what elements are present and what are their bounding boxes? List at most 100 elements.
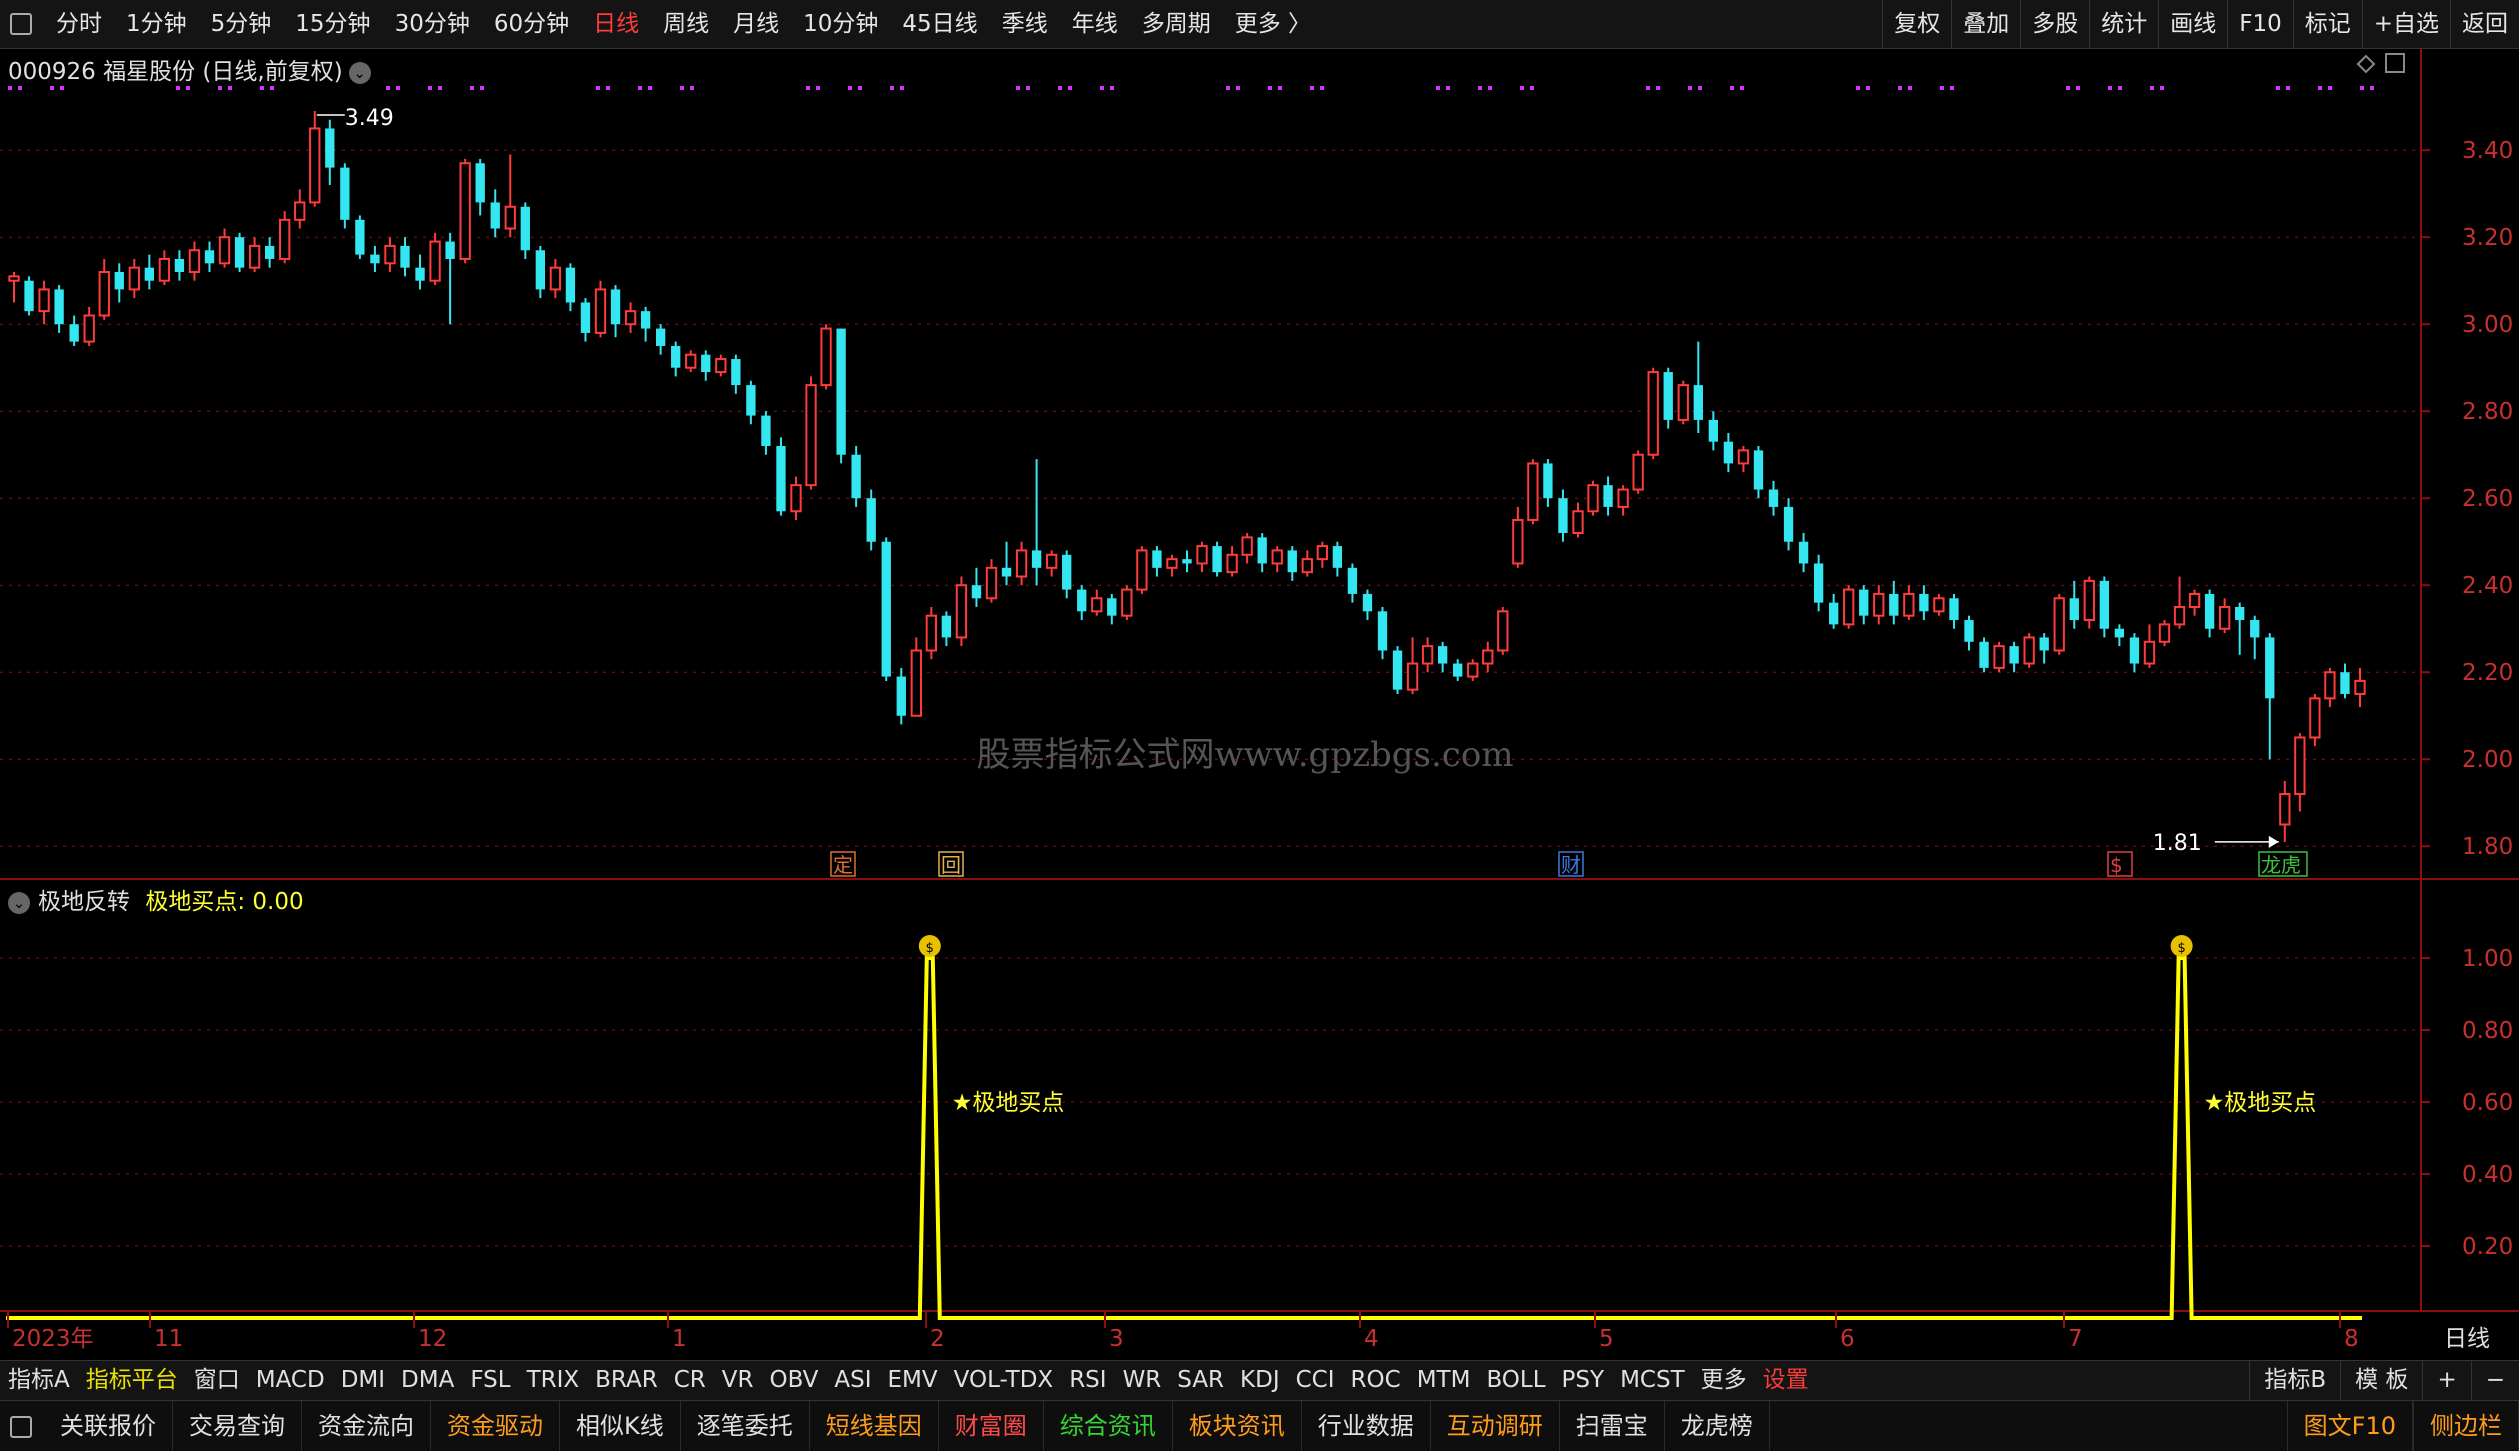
function-right-0[interactable]: 图文F10 — [2286, 1401, 2413, 1451]
indicator-tab-20[interactable]: ROC — [1343, 1361, 1409, 1400]
indicator-right-2[interactable]: + — [2422, 1361, 2470, 1400]
period-tab-12[interactable]: 年线 — [1060, 0, 1130, 48]
function-button-7[interactable]: 财富圈 — [939, 1401, 1044, 1451]
indicator-tab-4[interactable]: DMI — [333, 1361, 393, 1400]
indicator-tab-25[interactable]: 更多 — [1693, 1361, 1755, 1400]
period-tab-5[interactable]: 60分钟 — [482, 0, 581, 48]
indicator-tab-17[interactable]: SAR — [1169, 1361, 1232, 1400]
indicator-tab-10[interactable]: VR — [714, 1361, 762, 1400]
period-tab-4[interactable]: 30分钟 — [383, 0, 482, 48]
magenta-dot — [1520, 86, 1524, 90]
period-tab-0[interactable]: 分时 — [44, 0, 114, 48]
function-button-13[interactable]: 龙虎榜 — [1665, 1401, 1770, 1451]
indicator-tab-5[interactable]: DMA — [393, 1361, 462, 1400]
toolbar-button-1[interactable]: 叠加 — [1951, 0, 2020, 48]
toolbar-button-3[interactable]: 统计 — [2089, 0, 2158, 48]
period-tab-14[interactable]: 更多 〉 — [1223, 0, 1323, 48]
toolbar-button-7[interactable]: +自选 — [2361, 0, 2450, 48]
indicator-tab-19[interactable]: CCI — [1288, 1361, 1343, 1400]
candle-body-up — [549, 266, 562, 291]
period-tab-3[interactable]: 15分钟 — [283, 0, 382, 48]
indicator-tab-22[interactable]: BOLL — [1478, 1361, 1553, 1400]
function-right-1[interactable]: 侧边栏 — [2413, 1401, 2519, 1451]
period-tab-7[interactable]: 周线 — [651, 0, 721, 48]
indicator-tab-2[interactable]: 窗口 — [186, 1361, 248, 1400]
magenta-dot — [386, 86, 390, 90]
time-axis-label: 2023年 — [12, 1326, 94, 1352]
function-button-11[interactable]: 互动调研 — [1431, 1401, 1560, 1451]
function-button-2[interactable]: 资金流向 — [302, 1401, 431, 1451]
toolbar-button-8[interactable]: 返回 — [2450, 0, 2519, 48]
main-chart[interactable]: 3.40 3.20 3.00 2.80 2.60 2.40 2.20 2.00 1.80 1.00… — [0, 48, 2519, 1360]
function-button-1[interactable]: 交易查询 — [173, 1401, 302, 1451]
toolbar-button-5[interactable]: F10 — [2227, 0, 2293, 48]
indicator-tab-9[interactable]: CR — [666, 1361, 714, 1400]
function-button-9[interactable]: 板块资讯 — [1173, 1401, 1302, 1451]
function-button-6[interactable]: 短线基因 — [810, 1401, 939, 1451]
indicator-axis-label: 0.40 — [2462, 1162, 2513, 1188]
function-button-10[interactable]: 行业数据 — [1302, 1401, 1431, 1451]
window-menu-icon[interactable] — [10, 13, 32, 35]
event-marker: 回 — [941, 853, 961, 877]
indicator-tab-16[interactable]: WR — [1115, 1361, 1170, 1400]
price-axis-label: 1.80 — [2462, 834, 2513, 860]
indicator-tab-21[interactable]: MTM — [1409, 1361, 1479, 1400]
candle-body-down — [1663, 372, 1673, 420]
indicator-tab-14[interactable]: VOL-TDX — [946, 1361, 1062, 1400]
indicator-tab-6[interactable]: FSL — [462, 1361, 518, 1400]
period-tab-2[interactable]: 5分钟 — [199, 0, 284, 48]
toolbar-button-4[interactable]: 画线 — [2158, 0, 2227, 48]
indicator-tab-7[interactable]: TRIX — [519, 1361, 588, 1400]
toolbar-button-2[interactable]: 多股 — [2020, 0, 2089, 48]
chevron-down-icon[interactable]: ⌄ — [348, 61, 371, 84]
candle-body-down — [1889, 593, 1899, 616]
magenta-dot — [890, 86, 894, 90]
period-tab-6[interactable]: 日线 — [581, 0, 651, 48]
candle-body-down — [971, 585, 982, 599]
function-button-8[interactable]: 综合资讯 — [1044, 1401, 1173, 1451]
function-button-5[interactable]: 逐笔委托 — [681, 1401, 810, 1451]
candle-body-up — [1903, 592, 1915, 617]
function-button-3[interactable]: 资金驱动 — [431, 1401, 560, 1451]
indicator-tab-1[interactable]: 指标平台 — [78, 1361, 186, 1400]
indicator-tab-24[interactable]: MCST — [1612, 1361, 1693, 1400]
candle-body-up — [1015, 549, 1028, 578]
function-button-0[interactable]: 关联报价 — [44, 1401, 173, 1451]
magenta-dot — [50, 86, 54, 90]
period-tab-10[interactable]: 45日线 — [890, 0, 989, 48]
function-button-4[interactable]: 相似K线 — [560, 1401, 681, 1451]
money-bag-icon: $ — [926, 941, 934, 956]
indicator-tab-12[interactable]: ASI — [826, 1361, 879, 1400]
indicator-tab-23[interactable]: PSY — [1554, 1361, 1613, 1400]
period-tab-9[interactable]: 10分钟 — [791, 0, 890, 48]
candle-body-up — [1121, 588, 1133, 617]
panel-toggle-icon[interactable] — [10, 1415, 32, 1438]
indicator-tab-15[interactable]: RSI — [1061, 1361, 1114, 1400]
toolbar-button-0[interactable]: 复权 — [1882, 0, 1951, 48]
function-button-12[interactable]: 扫雷宝 — [1560, 1401, 1665, 1451]
period-tab-1[interactable]: 1分钟 — [114, 0, 199, 48]
time-axis-label: 7 — [2068, 1326, 2083, 1352]
indicator-right-3[interactable]: − — [2470, 1361, 2519, 1400]
candle-body-up — [2354, 679, 2366, 695]
indicator-tab-3[interactable]: MACD — [248, 1361, 333, 1400]
indicator-right-1[interactable]: 模 板 — [2340, 1361, 2422, 1400]
indicator-tab-8[interactable]: BRAR — [587, 1361, 666, 1400]
period-tab-11[interactable]: 季线 — [990, 0, 1060, 48]
chevron-down-icon[interactable]: ⌄ — [8, 891, 30, 914]
period-tab-8[interactable]: 月线 — [721, 0, 791, 48]
candle-body-down — [1257, 537, 1267, 564]
candle-body-up — [2218, 605, 2231, 630]
indicator-tabs: 指标A 指标平台 窗口 MACD DMI DMA FSL TRIX BRAR CR VR OBV ASI… — [0, 1360, 2519, 1400]
indicator-right-0[interactable]: 指标B — [2249, 1361, 2340, 1400]
indicator-tab-26[interactable]: 设置 — [1755, 1361, 1817, 1400]
toolbar-button-6[interactable]: 标记 — [2292, 0, 2362, 48]
candle-body-up — [1617, 488, 1629, 508]
indicator-tab-18[interactable]: KDJ — [1232, 1361, 1288, 1400]
candle-body-up — [2173, 605, 2186, 626]
indicator-tab-11[interactable]: OBV — [761, 1361, 826, 1400]
period-tab-13[interactable]: 多周期 — [1130, 0, 1223, 48]
indicator-tab-0[interactable]: 指标A — [0, 1361, 78, 1400]
magenta-dot — [1478, 86, 1482, 90]
indicator-tab-13[interactable]: EMV — [880, 1361, 946, 1400]
